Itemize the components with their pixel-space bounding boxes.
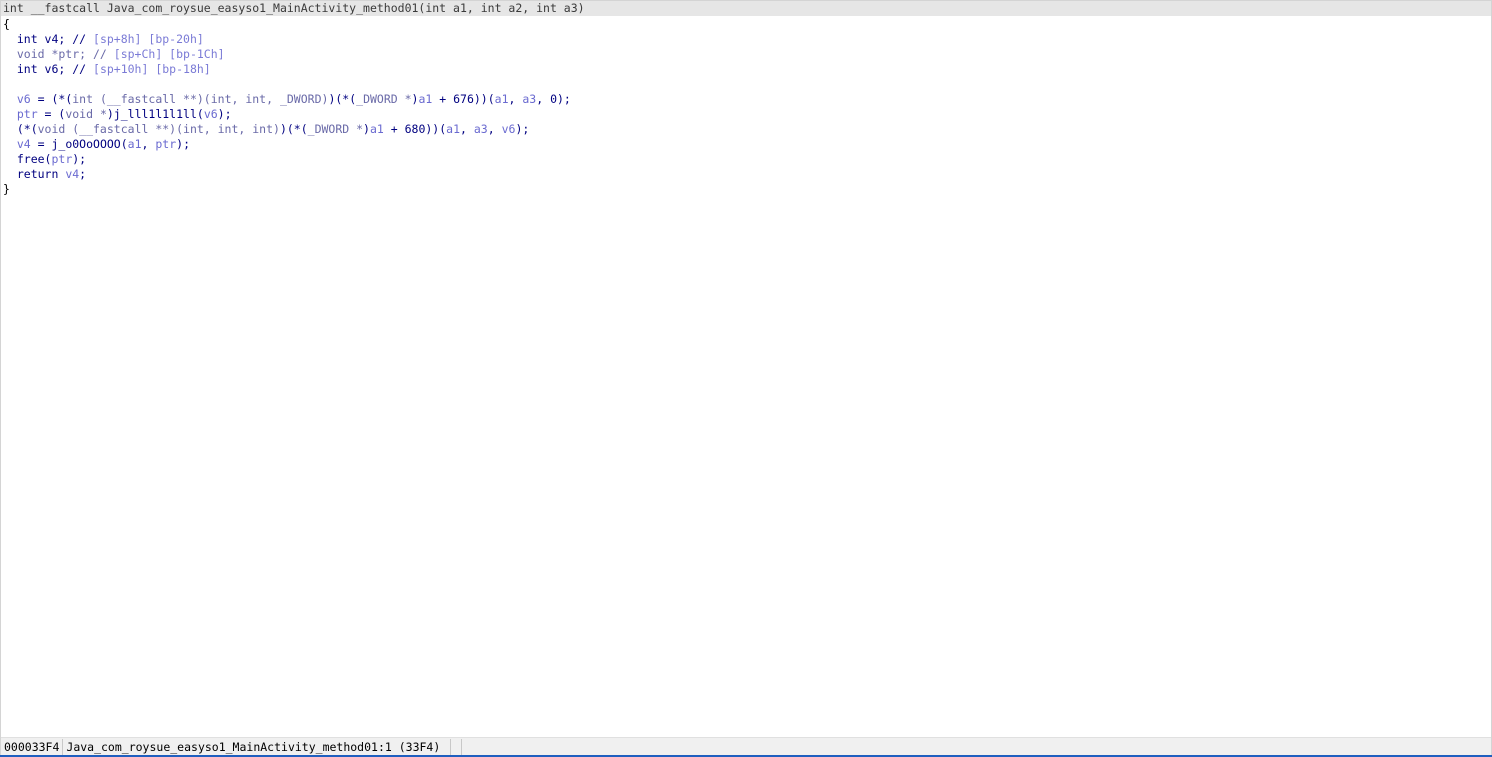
code-token-cast: _DWORD * [356, 92, 412, 106]
code-token-p: )(*( [328, 92, 357, 106]
code-token-var: v6 [3, 92, 31, 106]
code-token-var: ptr [51, 152, 73, 166]
code-token-p: free( [3, 152, 52, 166]
code-token-p: ); [515, 122, 530, 136]
code-token-p: )(*( [279, 122, 308, 136]
code-token-var: a1 [446, 122, 461, 136]
code-token-p: return [3, 167, 66, 181]
code-token-var: a3 [473, 122, 488, 136]
pseudocode-window: int __fastcall Java_com_roysue_easyso1_M… [0, 0, 1492, 757]
function-signature[interactable]: int __fastcall Java_com_roysue_easyso1_M… [1, 1, 1491, 16]
code-line[interactable]: int v4; // [sp+8h] [bp-20h] [3, 32, 571, 47]
code-token-kw: int v6; // [3, 62, 94, 76]
code-token-p: (*( [3, 122, 38, 136]
code-token-var: v6 [501, 122, 516, 136]
pseudocode-body[interactable]: { int v4; // [sp+8h] [bp-20h] void *ptr;… [3, 17, 571, 197]
code-line[interactable]: free(ptr); [3, 152, 571, 167]
code-line[interactable]: v6 = (*(int (__fastcall **)(int, int, _D… [3, 92, 571, 107]
code-token-p: = j_o0OoOOOO( [30, 137, 128, 151]
code-token-var: v4 [3, 137, 31, 151]
status-address: 000033F4 [1, 738, 64, 756]
code-token-cast: void *ptr; // [3, 47, 114, 61]
code-line[interactable] [3, 77, 571, 92]
code-token-off: [sp+10h] [bp-18h] [93, 62, 211, 76]
code-token-p: ) [363, 122, 370, 136]
code-token-var: a3 [522, 92, 537, 106]
code-token-var: ptr [155, 137, 177, 151]
code-token-cast: int (__fastcall **)(int, int, _DWORD) [72, 92, 329, 106]
code-line[interactable]: int v6; // [sp+10h] [bp-18h] [3, 62, 571, 77]
code-token-p: ; [79, 167, 87, 181]
code-token-p: , [141, 137, 156, 151]
close-brace: } [3, 182, 10, 196]
code-token-var: a1 [418, 92, 433, 106]
code-token-p: = (*( [30, 92, 73, 106]
code-token-cast: void * [65, 107, 107, 121]
code-token-off: [sp+Ch] [bp-1Ch] [113, 47, 225, 61]
code-token-p: ); [217, 107, 232, 121]
code-token-kw: int v4; // [3, 32, 94, 46]
code-token-p: )j_lll1l1l1ll( [106, 107, 204, 121]
code-token-p: = ( [37, 107, 66, 121]
code-token-cast: void (__fastcall **)(int, int, int) [37, 122, 280, 136]
code-token-p: ); [72, 152, 87, 166]
status-location: Java_com_roysue_easyso1_MainActivity_met… [63, 738, 452, 756]
code-token-p: , [460, 122, 474, 136]
code-token-p: , 0); [536, 92, 571, 106]
code-token-p: + 680))( [383, 122, 447, 136]
code-line[interactable]: (*(void (__fastcall **)(int, int, int))(… [3, 122, 571, 137]
open-brace: { [3, 17, 10, 31]
code-token-var: a1 [494, 92, 509, 106]
code-token-var: a1 [369, 122, 384, 136]
code-token-p: , [487, 122, 502, 136]
code-line[interactable]: v4 = j_o0OoOOOO(a1, ptr); [3, 137, 571, 152]
code-token-var: v6 [203, 107, 218, 121]
code-lines: int v4; // [sp+8h] [bp-20h] void *ptr; /… [3, 32, 571, 182]
code-token-p: , [508, 92, 523, 106]
status-bar: 000033F4 Java_com_roysue_easyso1_MainAct… [1, 737, 1491, 756]
code-token-cast: _DWORD * [307, 122, 364, 136]
code-line[interactable]: void *ptr; // [sp+Ch] [bp-1Ch] [3, 47, 571, 62]
code-line[interactable]: return v4; [3, 167, 571, 182]
code-token-var: ptr [3, 107, 38, 121]
code-line[interactable]: ptr = (void *)j_lll1l1l1ll(v6); [3, 107, 571, 122]
code-token-var: a1 [127, 137, 142, 151]
status-empty-cell [451, 738, 463, 756]
code-token-var: v4 [65, 167, 80, 181]
code-token-p: + 676))( [432, 92, 495, 106]
code-token-p: ); [176, 137, 190, 151]
code-token-off: [sp+8h] [bp-20h] [93, 32, 204, 46]
